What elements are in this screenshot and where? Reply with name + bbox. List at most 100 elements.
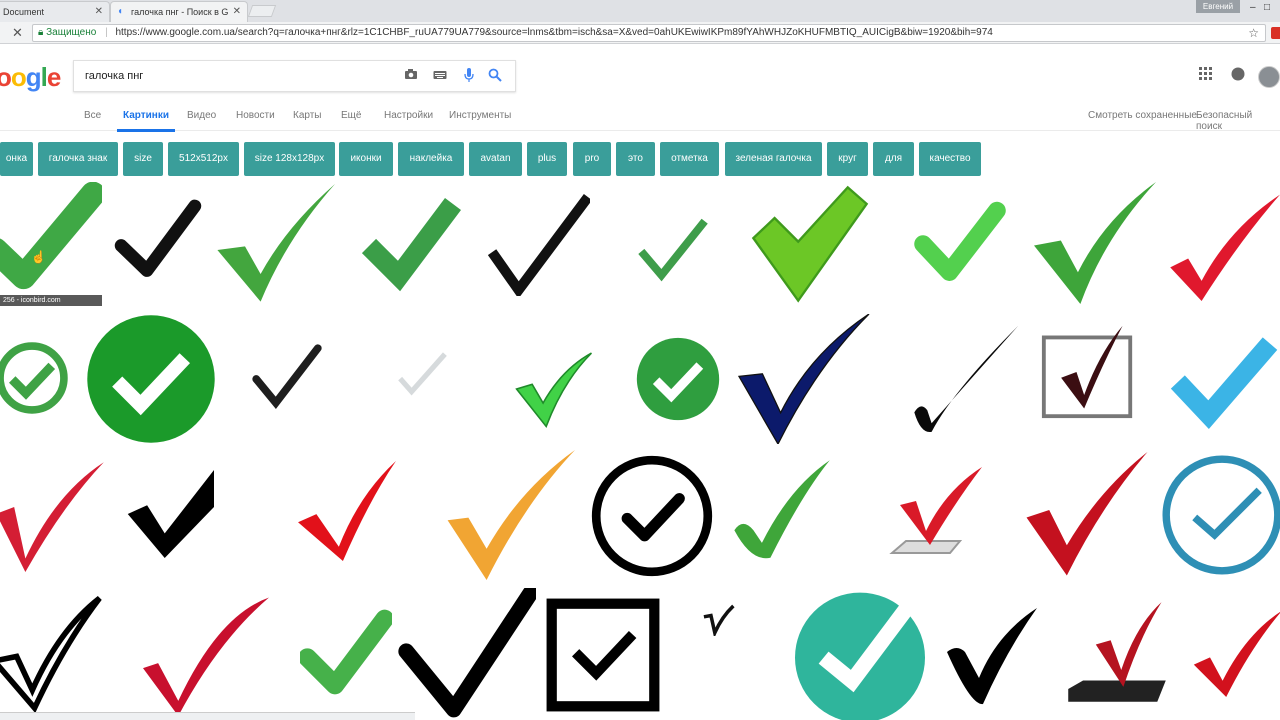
tab-tools[interactable]: Инструменты [449,110,511,121]
apps-grid-icon[interactable] [1199,67,1212,83]
checkmark-icon[interactable] [392,350,452,402]
tab-more[interactable]: Ещё [341,110,361,121]
checkmark-icon[interactable] [248,344,326,414]
checkmark-icon[interactable] [1168,184,1280,306]
checkmark-icon[interactable] [910,325,1018,435]
checkmark-icon[interactable] [732,185,888,303]
avatar[interactable] [1258,66,1280,88]
circle-check-icon[interactable] [1160,450,1280,580]
safe-search-link[interactable]: Безопасный поиск [1196,110,1280,132]
chip[interactable]: круг [827,142,868,176]
chip[interactable]: качество [919,142,981,176]
checkmark-icon[interactable] [512,350,596,428]
chip[interactable]: size 128x128px [244,142,335,176]
tab-document[interactable]: Document ✕ [0,1,110,22]
new-tab-button[interactable] [247,5,277,17]
checkmark-icon[interactable] [734,314,874,444]
tab-images[interactable]: Картинки [116,110,176,132]
image-source-label: 256 - iconbird.com [0,295,102,306]
chip[interactable]: 512x512px [168,142,239,176]
checkmark-icon[interactable] [112,195,204,287]
reload-icon[interactable]: ✕ [12,25,23,41]
camera-icon[interactable] [404,68,418,83]
keyboard-icon[interactable] [433,68,447,83]
minimize-icon[interactable]: – [1250,2,1256,13]
checkmark-icon[interactable] [1192,596,1280,708]
search-icon[interactable] [488,68,502,85]
checkbox-check-icon[interactable] [886,460,986,570]
tab-videos[interactable]: Видео [187,110,216,121]
tab-title: Document [3,7,45,17]
notifications-icon[interactable] [1231,67,1245,84]
google-favicon-icon: ◖ [117,6,124,17]
browser-status-bar [0,712,415,720]
chip[interactable]: size [123,142,163,176]
tab-settings[interactable]: Настройки [384,110,433,121]
tab-maps[interactable]: Карты [293,110,322,121]
microphone-icon[interactable] [464,68,474,86]
mouse-cursor-icon: ☝ [31,250,46,264]
lock-icon: 🔒︎ [38,27,44,38]
browser-tab-bar: Document ✕ ◖ галочка пнг - Поиск в G ✕ Е… [0,0,1280,22]
search-box[interactable]: галочка пнг [73,60,516,92]
secure-label: Защищено [46,27,97,38]
checkmark-icon[interactable] [0,182,102,300]
checkmark-icon[interactable] [488,192,590,296]
chip[interactable]: зеленая галочка [725,142,822,176]
checkmark-icon[interactable] [440,450,580,580]
checkmark-icon[interactable] [700,604,736,636]
checkmark-icon[interactable] [1164,334,1280,430]
checkbox-check-icon[interactable] [1040,318,1136,426]
search-input[interactable]: галочка пнг [85,70,143,82]
chip[interactable]: pro [573,142,611,176]
chip[interactable]: для [873,142,914,176]
chip[interactable]: avatan [469,142,522,176]
checkmark-icon[interactable] [1030,182,1160,304]
address-bar[interactable]: 🔒︎ Защищено | https://www.google.com.ua/… [32,24,1266,42]
checkmark-icon[interactable] [624,214,722,286]
checkmark-icon[interactable] [0,588,104,716]
checkmark-icon[interactable] [728,454,834,564]
chip[interactable]: онка [0,142,33,176]
checkbox-check-icon[interactable] [546,598,660,712]
circle-check-icon[interactable] [0,336,70,420]
chip[interactable]: отметка [660,142,719,176]
close-tab-icon[interactable]: ✕ [95,6,103,17]
checkmark-icon[interactable] [1018,452,1156,578]
checkmark-icon[interactable] [296,454,398,566]
chip[interactable]: plus [527,142,567,176]
checkmark-icon[interactable] [898,200,1022,288]
tab-news[interactable]: Новости [236,110,275,121]
maximize-icon[interactable]: □ [1264,2,1270,13]
browser-toolbar: ✕ 🔒︎ Защищено | https://www.google.com.u… [0,22,1280,44]
search-nav-tabs: Все Картинки Видео Новости Карты Ещё Нас… [0,103,1280,132]
chip[interactable]: галочка знак [38,142,118,176]
google-logo[interactable]: oogle [0,62,61,93]
checkmark-icon[interactable] [0,452,106,580]
divider: | [105,27,108,38]
chip[interactable]: это [616,142,655,176]
circle-check-icon[interactable] [794,590,926,720]
chip[interactable]: иконки [339,142,393,176]
extension-icon[interactable] [1271,27,1280,39]
checkmark-icon[interactable] [350,194,472,294]
checkmark-icon[interactable] [398,588,536,720]
url-text: https://www.google.com.ua/search?q=галоч… [115,27,993,38]
checkmark-icon[interactable] [940,606,1042,706]
tab-title: галочка пнг - Поиск в G [131,7,229,17]
checkbox-check-icon[interactable] [1064,598,1170,708]
saved-images-link[interactable]: Смотреть сохраненные [1088,110,1197,121]
close-tab-icon[interactable]: ✕ [233,6,241,17]
star-icon[interactable]: ☆ [1248,25,1259,41]
tab-all[interactable]: Все [84,110,101,121]
checkmark-icon[interactable] [118,590,294,716]
checkmark-icon[interactable] [126,462,214,566]
circle-check-icon[interactable] [636,337,720,421]
tab-google-search[interactable]: ◖ галочка пнг - Поиск в G ✕ [110,1,248,22]
circle-check-icon[interactable] [590,454,714,578]
circle-check-icon[interactable] [86,314,216,444]
checkmark-icon[interactable] [300,606,392,698]
checkmark-icon[interactable] [210,184,340,304]
profile-badge[interactable]: Евгений [1196,0,1240,13]
chip[interactable]: наклейка [398,142,464,176]
